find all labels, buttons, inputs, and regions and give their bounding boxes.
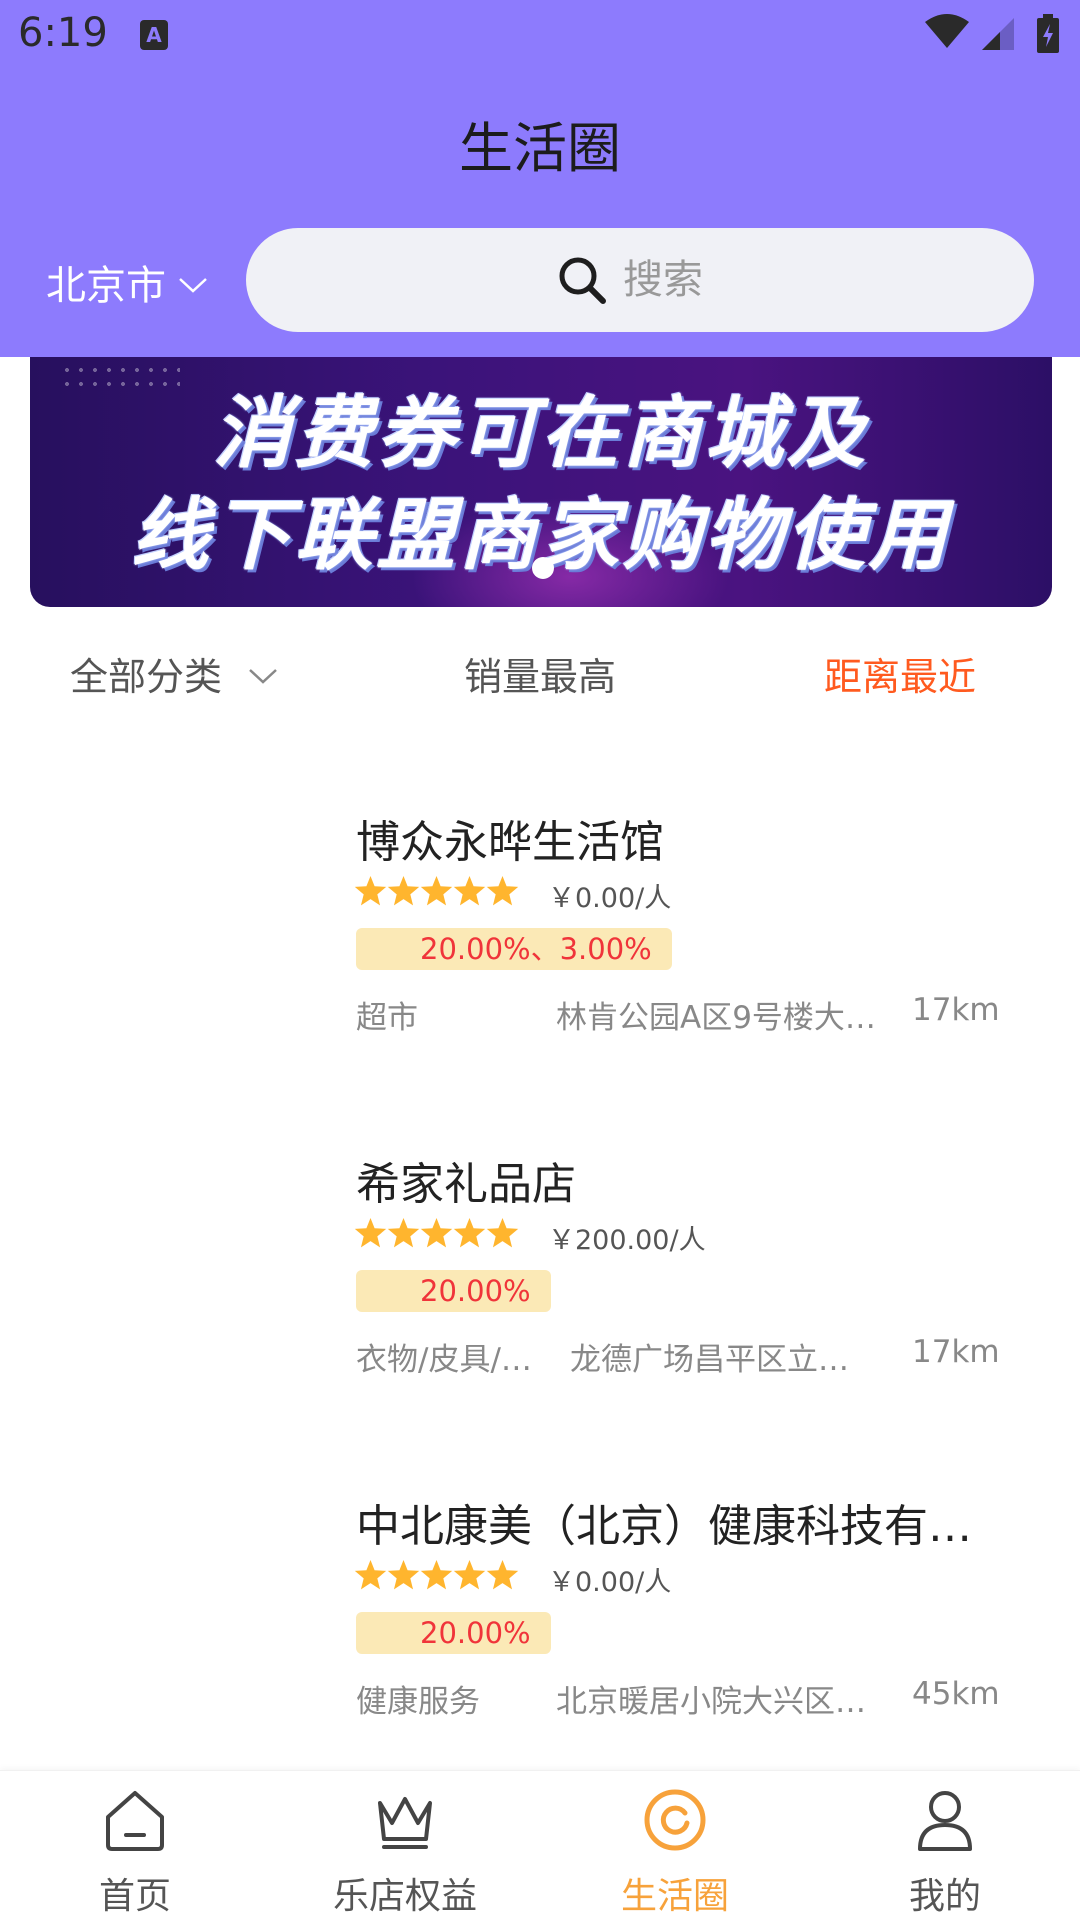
star-icon — [420, 1560, 453, 1590]
shop-price: ￥0.00/人 — [548, 883, 672, 914]
shop-name: 中北康美（北京）健康科技有… — [356, 1501, 972, 1552]
star-icon — [420, 876, 453, 906]
filter-all-categories[interactable]: 全部分类 — [70, 646, 278, 701]
chevron-down-icon — [249, 668, 277, 684]
nav-mine[interactable]: 我的 — [810, 1771, 1080, 1920]
search-input[interactable] — [623, 257, 723, 303]
star-icon — [453, 1218, 486, 1248]
shop-distance: 17km — [912, 992, 1000, 1028]
filter-bar: 全部分类 销量最高 距离最近 — [0, 640, 1080, 710]
star-icon — [486, 876, 519, 906]
banner-text-line1: 消费券可在商城及 — [212, 389, 869, 479]
shop-thumbnail — [62, 806, 302, 1046]
shop-name: 博众永晔生活馆 — [356, 817, 664, 868]
shop-thumbnail — [62, 1148, 302, 1388]
shop-thumbnail — [62, 1490, 302, 1730]
search-bar[interactable] — [246, 228, 1034, 332]
shop-address: 龙德广场昌平区立… — [570, 1342, 849, 1378]
shop-category: 衣物/皮具/… — [356, 1342, 532, 1378]
shop-price: ￥0.00/人 — [548, 1567, 672, 1598]
shop-list-item[interactable]: 博众永晔生活馆 ￥0.00/人 20.00%、3.00% 超市 林肯公园A区9号… — [0, 806, 1080, 1066]
chevron-down-icon — [179, 278, 207, 293]
wifi-icon — [925, 14, 969, 48]
nav-life-circle-label: 生活圈 — [620, 1876, 729, 1917]
city-label: 北京市 — [46, 263, 166, 309]
city-selector[interactable]: 北京市 — [46, 254, 208, 310]
filter-all-categories-label: 全部分类 — [70, 655, 223, 699]
discount-badge: 20.00%、3.00% — [356, 928, 672, 970]
nav-benefits-label: 乐店权益 — [332, 1876, 477, 1917]
search-icon — [559, 257, 606, 304]
shop-list-item[interactable]: 希家礼品店 ￥200.00/人 20.00% 衣物/皮具/… 龙德广场昌平区立…… — [0, 1148, 1080, 1408]
shop-name: 希家礼品店 — [356, 1159, 576, 1210]
star-icon — [453, 1560, 486, 1590]
nav-home-label: 首页 — [98, 1876, 171, 1917]
shop-category: 超市 — [356, 1000, 418, 1036]
filter-top-sales[interactable]: 销量最高 — [464, 646, 616, 701]
star-icon — [486, 1560, 519, 1590]
status-time: 6:19 — [18, 10, 108, 56]
shop-distance: 45km — [912, 1676, 1000, 1712]
star-icon — [387, 1218, 420, 1248]
star-icon — [453, 876, 486, 906]
star-icon — [354, 1560, 387, 1590]
shop-category: 健康服务 — [356, 1684, 480, 1720]
status-bar: 6:19 A — [0, 0, 1080, 72]
star-icon — [354, 1218, 387, 1248]
filter-nearest[interactable]: 距离最近 — [824, 646, 976, 701]
rating-stars — [354, 876, 519, 906]
star-icon — [420, 1218, 453, 1248]
star-icon — [354, 876, 387, 906]
shop-address: 林肯公园A区9号楼大… — [556, 1000, 876, 1036]
shop-distance: 17km — [912, 1334, 1000, 1370]
nav-mine-label: 我的 — [908, 1876, 981, 1917]
banner-page-indicator[interactable] — [532, 557, 554, 579]
crown-icon — [378, 1797, 432, 1849]
discount-badge: 20.00% — [356, 1612, 551, 1654]
promo-banner[interactable]: 消费券可在商城及 线下联盟商家购物使用 — [30, 357, 1052, 607]
rating-stars — [354, 1560, 519, 1590]
discount-badge: 20.00% — [356, 1270, 551, 1312]
nav-home[interactable]: 首页 — [0, 1771, 270, 1920]
nav-benefits[interactable]: 乐店权益 — [270, 1771, 540, 1920]
rating-stars — [354, 1218, 519, 1248]
header: 6:19 A 生活圈 北京市 — [0, 0, 1080, 357]
shop-price: ￥200.00/人 — [548, 1225, 706, 1256]
shop-list-item[interactable]: 中北康美（北京）健康科技有… ￥0.00/人 20.00% 健康服务 北京暖居小… — [0, 1490, 1080, 1750]
battery-icon — [1037, 14, 1059, 53]
user-icon — [918, 1791, 972, 1851]
page-title: 生活圈 — [459, 117, 621, 180]
signal-icon — [982, 18, 1014, 50]
bottom-nav: 首页 乐店权益 生活圈 我的 — [0, 1770, 1080, 1920]
home-icon — [106, 1791, 164, 1851]
life-circle-icon — [644, 1789, 706, 1851]
star-icon — [387, 1560, 420, 1590]
notification-icon: A — [140, 20, 168, 50]
nav-life-circle[interactable]: 生活圈 — [540, 1771, 810, 1920]
shop-address: 北京暖居小院大兴区… — [556, 1684, 866, 1720]
star-icon — [486, 1218, 519, 1248]
star-icon — [387, 876, 420, 906]
